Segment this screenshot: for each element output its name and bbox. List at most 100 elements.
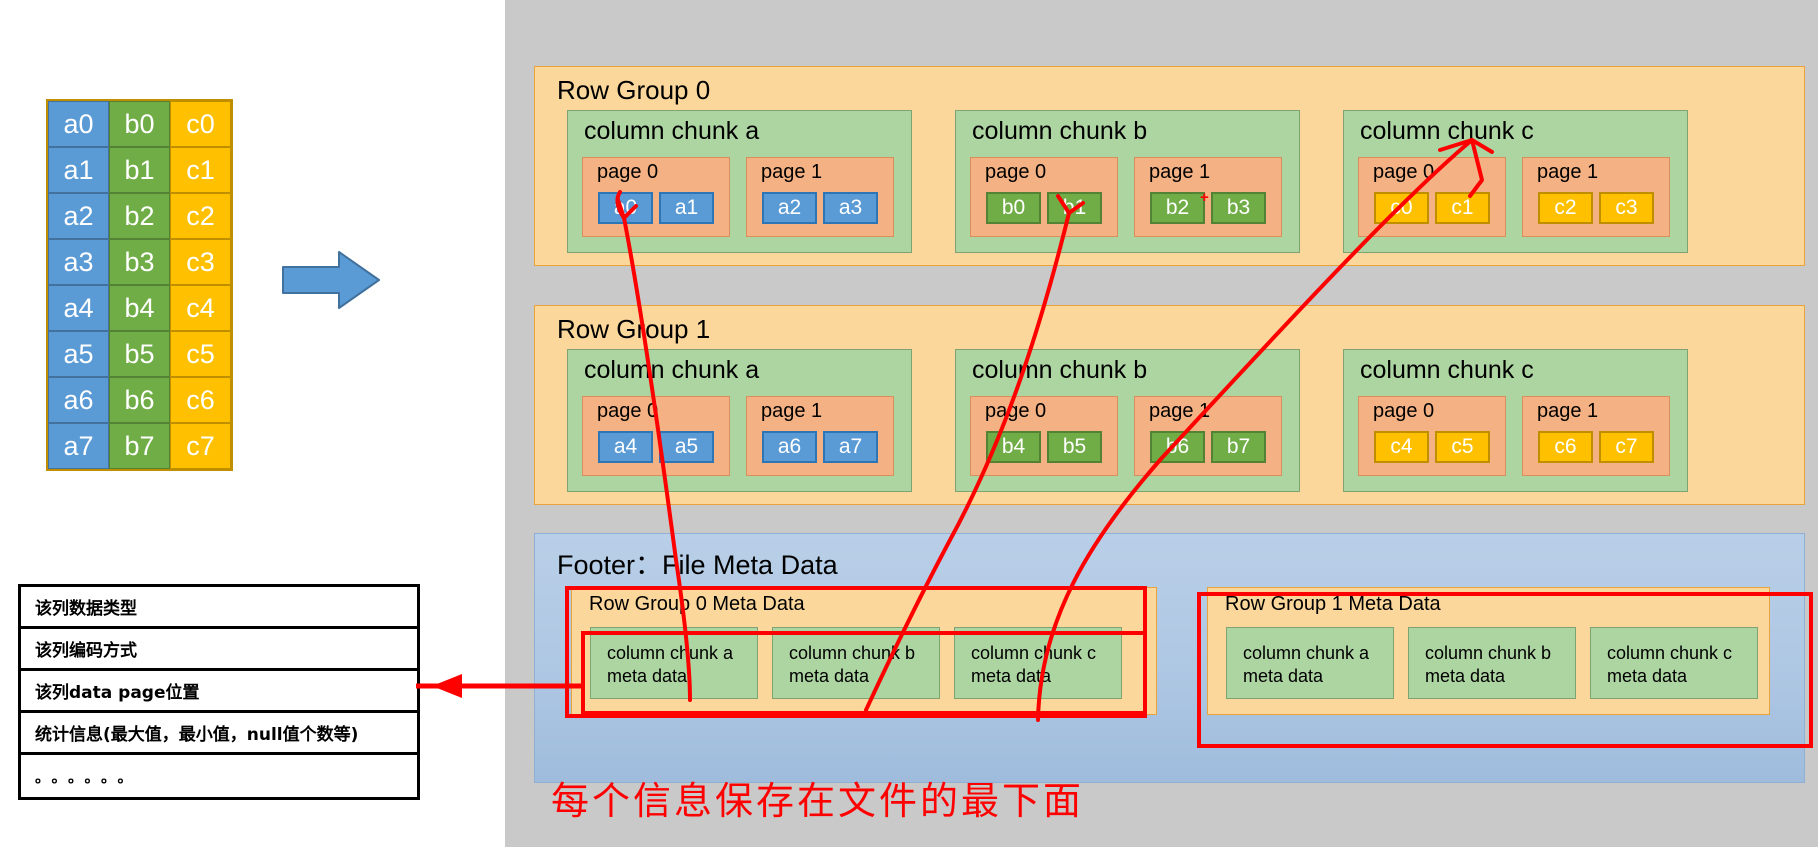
source-cell: c7 <box>170 423 231 469</box>
page-value: a7 <box>823 431 878 463</box>
plus-mark: + <box>1200 189 1209 206</box>
page-value: b4 <box>986 431 1041 463</box>
source-cell: b4 <box>109 285 170 331</box>
column-metadata-row: 该列data page位置 <box>21 671 417 713</box>
row-group-0-chunk-c: column chunk c page 0 c0 c1 page 1 c2 c3 <box>1343 110 1688 253</box>
page: page 1 c2 c3 <box>1522 157 1670 237</box>
page-title: page 0 <box>1373 161 1435 183</box>
row-group-meta-title: Row Group 0 Meta Data <box>589 593 805 615</box>
page-title: page 1 <box>1537 161 1599 183</box>
source-cell: a6 <box>48 377 109 423</box>
chunk-title: column chunk b <box>972 356 1148 384</box>
source-cell: c2 <box>170 193 231 239</box>
source-cell: c3 <box>170 239 231 285</box>
row-group-0: Row Group 0 column chunk a page 0 a0 a1 … <box>534 66 1805 266</box>
chunk-meta-data: column chunk b meta data <box>1408 627 1576 699</box>
source-column-c: c0 c1 c2 c3 c4 c5 c6 c7 <box>170 101 231 469</box>
page-value: b0 <box>986 192 1041 224</box>
chunk-title: column chunk a <box>584 117 760 145</box>
right-arrow-icon <box>282 251 380 309</box>
chunk-title: column chunk c <box>1360 356 1534 384</box>
source-cell: a0 <box>48 101 109 147</box>
source-cell: a7 <box>48 423 109 469</box>
page: page 1 a6 a7 <box>746 396 894 476</box>
page-value: b6 <box>1150 431 1205 463</box>
row-group-1-meta-data: Row Group 1 Meta Data column chunk a meta… <box>1207 587 1770 715</box>
source-cell: b1 <box>109 147 170 193</box>
source-cell: a4 <box>48 285 109 331</box>
page-title: page 1 <box>761 161 823 183</box>
page-value: b5 <box>1047 431 1102 463</box>
source-cell: c1 <box>170 147 231 193</box>
chunk-meta-data: column chunk c meta data <box>1590 627 1758 699</box>
source-cell: b5 <box>109 331 170 377</box>
page-title: page 1 <box>1149 161 1211 183</box>
page: page 1 b6 b7 <box>1134 396 1282 476</box>
page-value: b1 <box>1047 192 1102 224</box>
page-title: page 1 <box>761 400 823 422</box>
page-value: c5 <box>1435 431 1490 463</box>
footer-file-meta-data: Footer：File Meta Data Row Group 0 Meta D… <box>534 533 1805 783</box>
source-cell: b3 <box>109 239 170 285</box>
page: page 0 c4 c5 <box>1358 396 1506 476</box>
column-metadata-table: 该列数据类型 该列编码方式 该列data page位置 统计信息(最大值，最小值… <box>18 584 420 800</box>
page-value: b3 <box>1211 192 1266 224</box>
page-value: b2 <box>1150 192 1205 224</box>
page-value: c2 <box>1538 192 1593 224</box>
page-title: page 0 <box>597 400 659 422</box>
page-value: b7 <box>1211 431 1266 463</box>
page: page 1 c6 c7 <box>1522 396 1670 476</box>
page: page 1 a2 a3 <box>746 157 894 237</box>
source-cell: b6 <box>109 377 170 423</box>
source-column-b: b0 b1 b2 b3 b4 b5 b6 b7 <box>109 101 170 469</box>
column-metadata-row: 该列编码方式 <box>21 629 417 671</box>
page-title: page 0 <box>1373 400 1435 422</box>
source-cell: c4 <box>170 285 231 331</box>
page-value: c6 <box>1538 431 1593 463</box>
chunk-meta-data: column chunk a meta data <box>590 627 758 699</box>
source-cell: a5 <box>48 331 109 377</box>
source-cell: b2 <box>109 193 170 239</box>
page-value: a4 <box>598 431 653 463</box>
chunk-meta-data: column chunk a meta data <box>1226 627 1394 699</box>
row-group-1-chunk-b: column chunk b page 0 b4 b5 page 1 b6 b7 <box>955 349 1300 492</box>
source-cell: c6 <box>170 377 231 423</box>
diagram-canvas: a0 a1 a2 a3 a4 a5 a6 a7 b0 b1 b2 b3 b4 b… <box>0 0 1818 847</box>
row-group-0-meta-data: Row Group 0 Meta Data column chunk a meta… <box>571 587 1157 715</box>
column-metadata-row-ellipsis: 。。。。。。 <box>35 767 142 786</box>
page-value: c4 <box>1374 431 1429 463</box>
page-value: a5 <box>659 431 714 463</box>
page: page 0 a0 a1 <box>582 157 730 237</box>
page-title: page 1 <box>1149 400 1211 422</box>
row-group-1-chunk-a: column chunk a page 0 a4 a5 page 1 a6 a7 <box>567 349 912 492</box>
page-value: a0 <box>598 192 653 224</box>
page-title: page 1 <box>1537 400 1599 422</box>
footer-title: Footer：File Meta Data <box>557 550 838 580</box>
red-note-text: 每个信息保存在文件的最下面 <box>551 779 1085 823</box>
page-title: page 0 <box>985 161 1047 183</box>
chunk-meta-data: column chunk c meta data <box>954 627 1122 699</box>
page-title: page 0 <box>985 400 1047 422</box>
row-group-1-chunk-c: column chunk c page 0 c4 c5 page 1 c6 c7 <box>1343 349 1688 492</box>
page-value: c7 <box>1599 431 1654 463</box>
chunk-title: column chunk b <box>972 117 1148 145</box>
page-value: c0 <box>1374 192 1429 224</box>
row-group-0-chunk-a: column chunk a page 0 a0 a1 page 1 a2 a3 <box>567 110 912 253</box>
chunk-meta-data: column chunk b meta data <box>772 627 940 699</box>
source-cell: c5 <box>170 331 231 377</box>
source-cell: b0 <box>109 101 170 147</box>
chunk-title: column chunk a <box>584 356 760 384</box>
source-column-a: a0 a1 a2 a3 a4 a5 a6 a7 <box>48 101 109 469</box>
row-group-0-chunk-b: column chunk b page 0 b0 b1 page 1 b2 b3 <box>955 110 1300 253</box>
column-metadata-row: 该列数据类型 <box>21 587 417 629</box>
page-value: a1 <box>659 192 714 224</box>
row-group-1: Row Group 1 column chunk a page 0 a4 a5 … <box>534 305 1805 505</box>
page-value: c3 <box>1599 192 1654 224</box>
page: page 0 c0 c1 <box>1358 157 1506 237</box>
page-value: a3 <box>823 192 878 224</box>
row-group-title: Row Group 0 <box>557 75 711 105</box>
source-cell: c0 <box>170 101 231 147</box>
page: page 0 a4 a5 <box>582 396 730 476</box>
source-table: a0 a1 a2 a3 a4 a5 a6 a7 b0 b1 b2 b3 b4 b… <box>46 99 233 471</box>
page-value: a2 <box>762 192 817 224</box>
